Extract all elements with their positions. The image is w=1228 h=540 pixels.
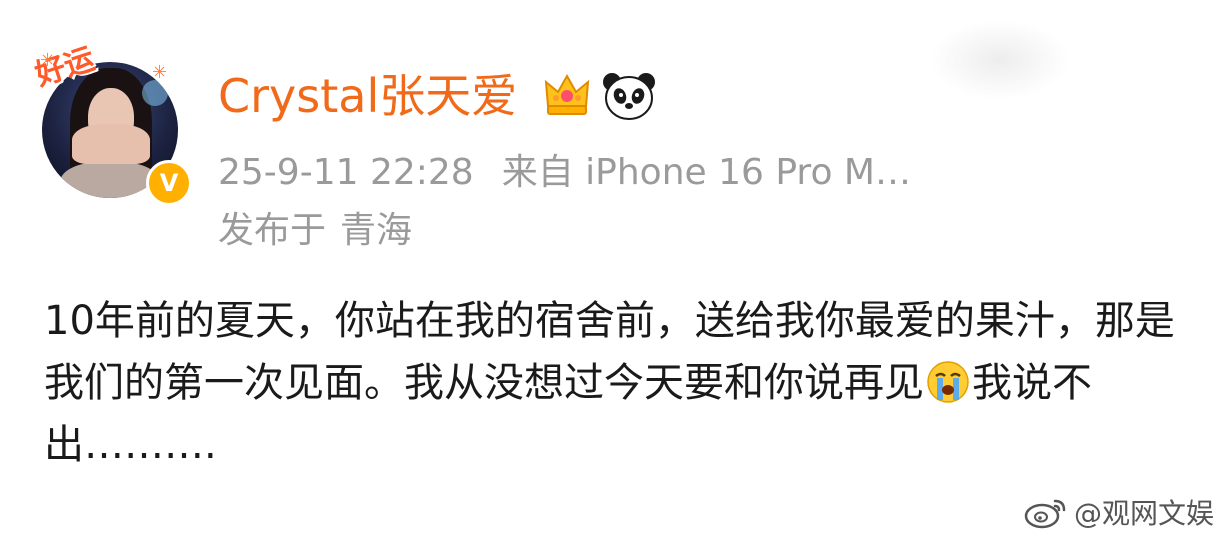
watermark: @观网文娱 xyxy=(1024,492,1214,532)
post-meta: 25-9-11 22:28 来自 iPhone 16 Pro M… xyxy=(218,148,911,198)
avatar-container[interactable]: 好运 ✳ ✳ V xyxy=(31,41,192,206)
verified-badge: V xyxy=(146,160,192,206)
photo-glare xyxy=(930,20,1070,100)
author-name[interactable]: Crystal张天爱 xyxy=(218,66,517,126)
panda-icon[interactable] xyxy=(602,70,656,122)
weibo-icon xyxy=(1024,499,1066,529)
post-text: 10年前的夏天，你站在我的宿舍前，送给我你最爱的果汁，那是我们的第一次见面。我从… xyxy=(44,290,1194,476)
location-label: 发布于 xyxy=(218,210,327,251)
sparkle-icon: ✳ xyxy=(40,50,56,71)
location-value: 青海 xyxy=(340,210,413,251)
avatar-dress xyxy=(60,162,160,198)
watermark-text: @观网文娱 xyxy=(1073,497,1214,530)
avatar-hands xyxy=(72,124,150,164)
crying-face-icon xyxy=(927,361,969,403)
sparkle-icon: ✳ xyxy=(152,62,168,83)
post-source: 来自 iPhone 16 Pro M… xyxy=(501,152,911,193)
crown-icon[interactable] xyxy=(542,70,592,120)
avatar-background-light xyxy=(142,80,168,106)
post-timestamp[interactable]: 25-9-11 22:28 xyxy=(218,152,474,193)
post-location: 发布于 青海 xyxy=(218,206,412,256)
post-header: 好运 ✳ ✳ V Crystal张天爱 25-9-11 22:28 来自 iPho… xyxy=(0,0,1228,270)
